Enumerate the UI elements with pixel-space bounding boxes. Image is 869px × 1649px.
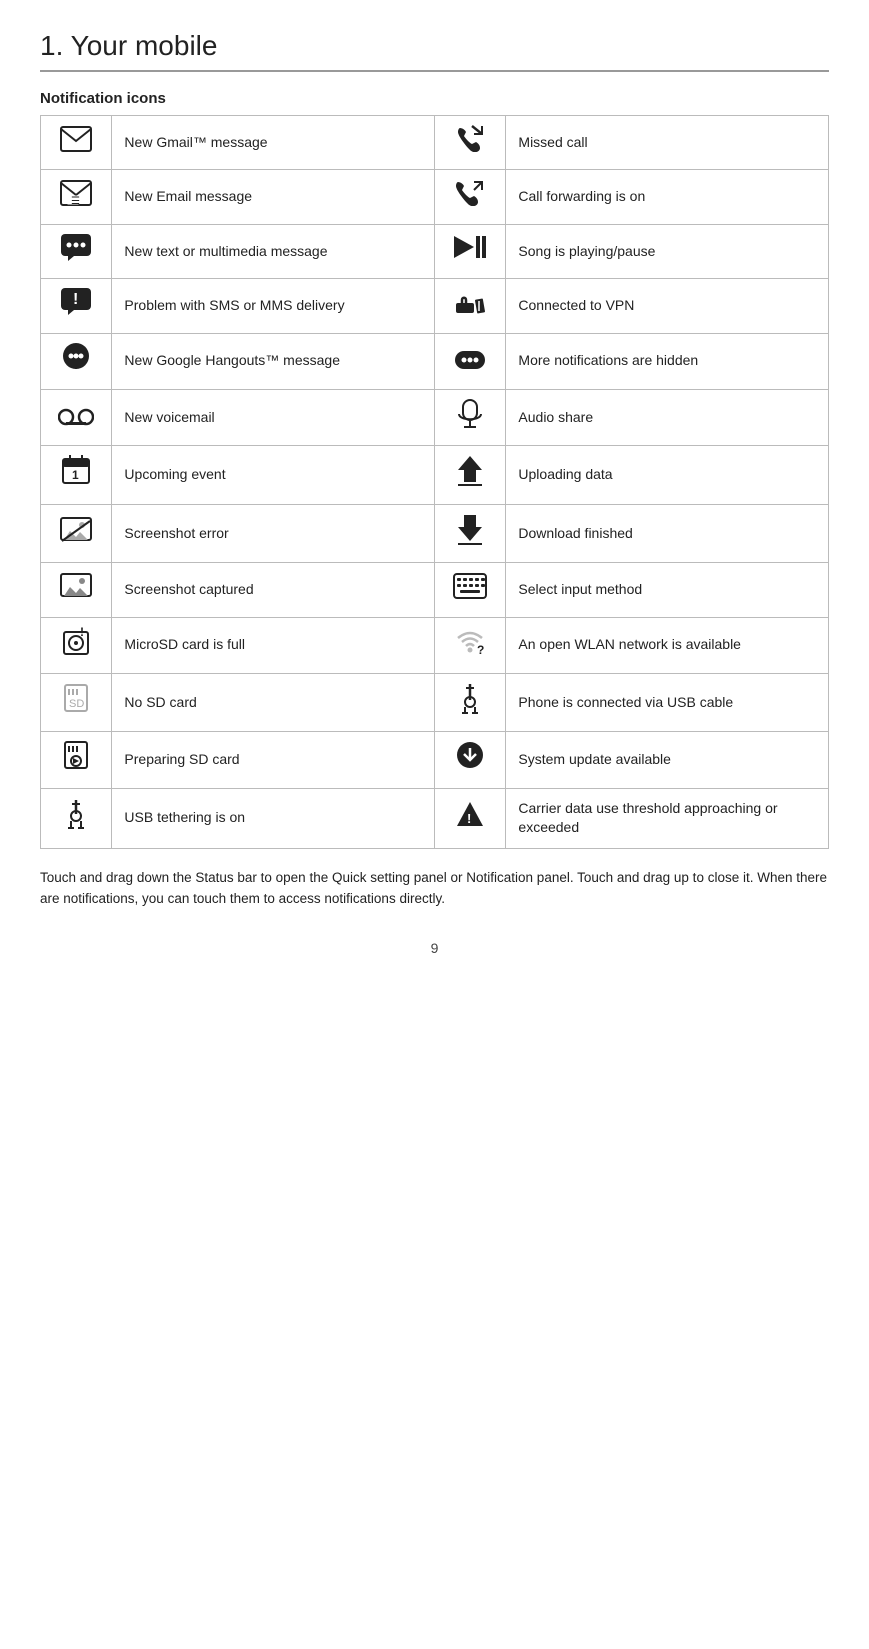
left-label-5: New voicemail <box>112 389 435 445</box>
right-label-10: Phone is connected via USB cable <box>506 673 829 731</box>
svg-text:!: ! <box>73 291 78 308</box>
right-label-8: Select input method <box>506 563 829 617</box>
left-label-8: Screenshot captured <box>112 563 435 617</box>
left-label-1: New Email message <box>112 170 435 224</box>
table-row: New text or multimedia message Song is p… <box>41 224 829 278</box>
right-label-1: Call forwarding is on <box>506 170 829 224</box>
page-number: 9 <box>40 940 829 956</box>
table-row: New Gmail™ message Missed call <box>41 116 829 170</box>
right-icon-upload <box>434 446 505 504</box>
table-row: Preparing SD card System update availabl… <box>41 732 829 788</box>
left-label-10: No SD card <box>112 673 435 731</box>
left-label-2: New text or multimedia message <box>112 224 435 278</box>
table-row: 1 Upcoming event Uploading data <box>41 446 829 504</box>
table-row: ! Problem with SMS or MMS delivery Conne… <box>41 279 829 333</box>
svg-text:SD: SD <box>69 698 84 710</box>
page-title: 1. Your mobile <box>40 30 829 72</box>
notification-icons-table: New Gmail™ message Missed call ☰ New Ema… <box>40 115 829 849</box>
left-icon-email: ☰ <box>41 170 112 224</box>
right-icon-system_update <box>434 732 505 788</box>
right-icon-download <box>434 504 505 562</box>
left-label-6: Upcoming event <box>112 446 435 504</box>
right-icon-wlan: ? <box>434 617 505 673</box>
svg-text:☰: ☰ <box>71 196 80 206</box>
right-icon-call_forward <box>434 170 505 224</box>
right-label-12: Carrier data use threshold approaching o… <box>506 788 829 848</box>
right-label-3: Connected to VPN <box>506 279 829 333</box>
left-icon-sms <box>41 224 112 278</box>
right-icon-input_method <box>434 563 505 617</box>
right-icon-vpn <box>434 279 505 333</box>
left-icon-sms_error: ! <box>41 279 112 333</box>
right-label-9: An open WLAN network is available <box>506 617 829 673</box>
svg-text:1: 1 <box>72 468 79 482</box>
left-icon-voicemail <box>41 389 112 445</box>
table-row: Screenshot error Download finished <box>41 504 829 562</box>
table-row: USB tethering is on ! Carrier data use t… <box>41 788 829 848</box>
svg-text:!: ! <box>467 811 471 826</box>
table-row: New Google Hangouts™ message More notifi… <box>41 333 829 389</box>
left-icon-screenshot_error <box>41 504 112 562</box>
right-label-4: More notifications are hidden <box>506 333 829 389</box>
right-label-0: Missed call <box>506 116 829 170</box>
left-icon-usb_tether <box>41 788 112 848</box>
left-label-3: Problem with SMS or MMS delivery <box>112 279 435 333</box>
table-row: Screenshot captured Select input method <box>41 563 829 617</box>
table-row: ☰ New Email message Call forwarding is o… <box>41 170 829 224</box>
left-icon-microsd_full: ! <box>41 617 112 673</box>
left-icon-hangouts <box>41 333 112 389</box>
left-icon-no_sd: SD <box>41 673 112 731</box>
table-row: New voicemail Audio share <box>41 389 829 445</box>
left-icon-gmail <box>41 116 112 170</box>
section-title: Notification icons <box>40 90 829 107</box>
left-icon-event: 1 <box>41 446 112 504</box>
right-icon-more_notif <box>434 333 505 389</box>
right-label-5: Audio share <box>506 389 829 445</box>
table-row: SD No SD card Phone is connected via USB… <box>41 673 829 731</box>
right-label-6: Uploading data <box>506 446 829 504</box>
left-icon-preparing_sd <box>41 732 112 788</box>
right-icon-song <box>434 224 505 278</box>
right-icon-usb <box>434 673 505 731</box>
right-label-11: System update available <box>506 732 829 788</box>
left-label-0: New Gmail™ message <box>112 116 435 170</box>
right-label-7: Download finished <box>506 504 829 562</box>
left-label-12: USB tethering is on <box>112 788 435 848</box>
left-icon-screenshot <box>41 563 112 617</box>
left-label-7: Screenshot error <box>112 504 435 562</box>
right-icon-missed_call <box>434 116 505 170</box>
right-icon-audio_share <box>434 389 505 445</box>
svg-text:!: ! <box>80 626 84 639</box>
svg-text:?: ? <box>477 643 484 654</box>
left-label-11: Preparing SD card <box>112 732 435 788</box>
right-icon-carrier_data: ! <box>434 788 505 848</box>
left-label-9: MicroSD card is full <box>112 617 435 673</box>
table-row: ! MicroSD card is full ? An open WLAN ne… <box>41 617 829 673</box>
footer-text: Touch and drag down the Status bar to op… <box>40 867 829 910</box>
left-label-4: New Google Hangouts™ message <box>112 333 435 389</box>
right-label-2: Song is playing/pause <box>506 224 829 278</box>
